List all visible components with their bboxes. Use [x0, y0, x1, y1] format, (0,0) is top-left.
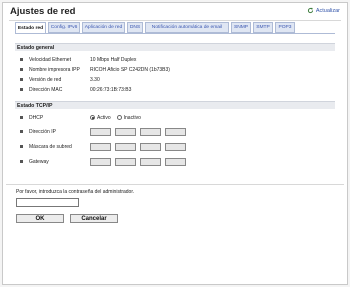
row-value: RICOH Aficio SP C242DN (1b73B3)	[90, 66, 170, 73]
ok-button[interactable]: OK	[16, 214, 64, 223]
title-divider	[9, 20, 341, 21]
tab-divider	[15, 33, 335, 34]
ip-octet-field[interactable]	[115, 127, 136, 136]
row-label: Gateway	[29, 158, 49, 165]
mask-octet-field[interactable]	[90, 142, 111, 151]
row-label: Nombre impresora IPP	[29, 66, 80, 73]
bullet-icon	[20, 58, 23, 61]
row-label: Versión de red	[29, 76, 62, 83]
row-subnet-mask: Máscara de subred	[20, 142, 190, 151]
row-label: Velocidad Ethernet	[29, 56, 71, 63]
gateway-octet-field[interactable]	[115, 157, 136, 166]
ip-octet-field[interactable]	[140, 127, 161, 136]
ip-octet-field[interactable]	[165, 127, 186, 136]
tab-network-application[interactable]: Aplicación de red	[82, 22, 125, 33]
row-gateway: Gateway	[20, 157, 190, 166]
row-value: 10 Mbps Half Duplex	[90, 56, 137, 63]
bullet-icon	[20, 145, 23, 148]
gateway-octet-field[interactable]	[165, 157, 186, 166]
bullet-icon	[20, 116, 23, 119]
bullet-icon	[20, 160, 23, 163]
dhcp-inactive-radio[interactable]	[116, 115, 122, 120]
dhcp-active-label: Activo	[97, 114, 111, 121]
bullet-icon	[20, 78, 23, 81]
admin-password-input[interactable]	[16, 198, 79, 207]
row-label: Máscara de subred	[29, 143, 72, 150]
mask-octet-field[interactable]	[165, 142, 186, 151]
refresh-link[interactable]: Actualizar	[307, 7, 340, 14]
bullet-icon	[20, 130, 23, 133]
bullet-icon	[20, 68, 23, 71]
row-value: 3.30	[90, 76, 100, 83]
tab-pop3[interactable]: POP3	[275, 22, 295, 33]
tab-ipv6-config[interactable]: Config. IPv6	[48, 22, 80, 33]
tab-smtp[interactable]: SMTP	[253, 22, 273, 33]
tab-snmp[interactable]: SNMP	[231, 22, 251, 33]
row-label: Dirección IP	[29, 128, 56, 135]
form-divider	[6, 184, 344, 185]
row-ipp-printer-name: Nombre impresora IPP RICOH Aficio SP C24…	[20, 66, 170, 73]
password-prompt: Por favor, introduzca la contraseña del …	[16, 189, 135, 195]
tab-email-notification[interactable]: Notificación automática de email	[145, 22, 229, 33]
row-label: Dirección MAC	[29, 86, 63, 93]
gateway-octet-field[interactable]	[90, 157, 111, 166]
gateway-octet-field[interactable]	[140, 157, 161, 166]
row-dhcp: DHCP Activo Inactivo	[20, 114, 147, 121]
ip-octet-field[interactable]	[90, 127, 111, 136]
general-status-header: Estado general	[15, 43, 335, 51]
mask-octet-field[interactable]	[140, 142, 161, 151]
row-mac-address: Dirección MAC 00:26:73:1B:73:B3	[20, 86, 131, 93]
refresh-icon	[307, 7, 313, 14]
refresh-label: Actualizar	[315, 7, 340, 14]
row-value: 00:26:73:1B:73:B3	[90, 86, 132, 93]
row-network-version: Versión de red 3.30	[20, 76, 100, 83]
row-label: DHCP	[29, 114, 44, 121]
tab-dns[interactable]: DNS	[127, 22, 143, 33]
tcpip-status-header: Estado TCP/IP	[15, 101, 335, 109]
dhcp-active-radio[interactable]	[90, 115, 95, 120]
bullet-icon	[20, 88, 23, 91]
page-title: Ajustes de red	[10, 6, 76, 17]
mask-octet-field[interactable]	[115, 142, 136, 151]
row-ip-address: Dirección IP	[20, 127, 190, 136]
dhcp-inactive-label: Inactivo	[123, 114, 141, 121]
row-ethernet-speed: Velocidad Ethernet 10 Mbps Half Duplex	[20, 56, 136, 63]
cancel-button[interactable]: Cancelar	[70, 214, 118, 223]
